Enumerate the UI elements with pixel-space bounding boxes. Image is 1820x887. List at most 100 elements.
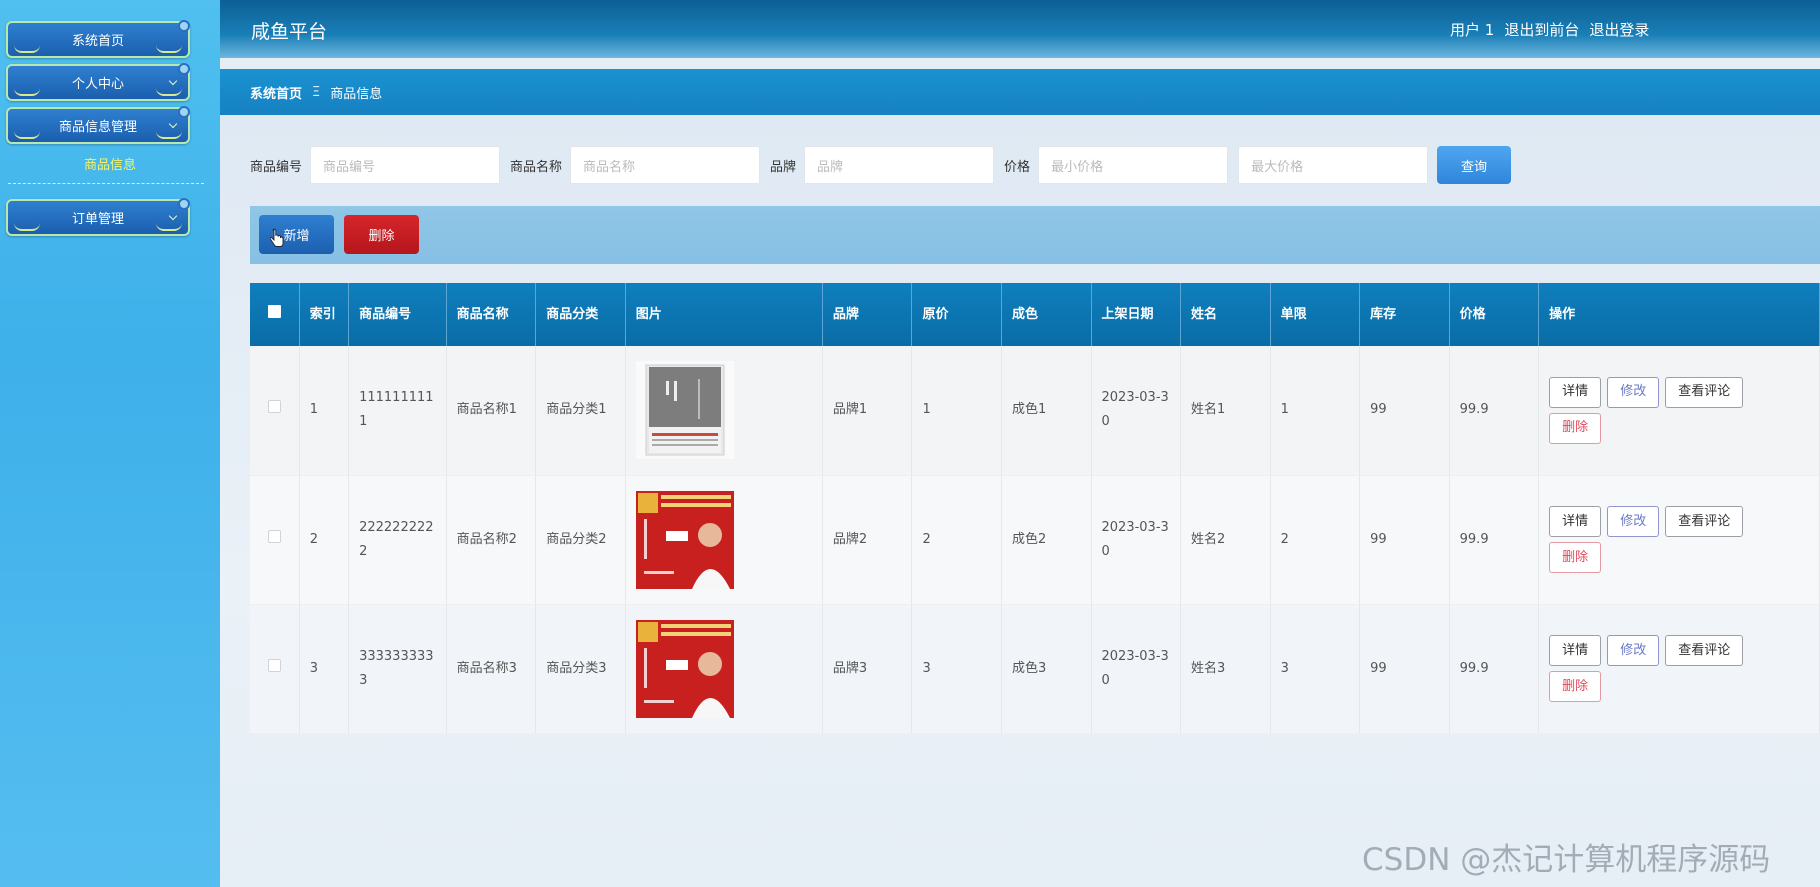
select-all-checkbox[interactable]: [267, 304, 281, 318]
search-max-price-input[interactable]: 最大价格: [1238, 146, 1429, 184]
breadcrumb-home[interactable]: 系统首页: [250, 83, 302, 102]
cell-orig-price: 2: [911, 475, 1002, 605]
top-header: 咸鱼平台 用户 1 退出到前台 退出登录: [220, 0, 1820, 58]
row-select-cell[interactable]: [250, 604, 300, 734]
cell-list-date: 2023-03-30: [1091, 346, 1182, 476]
search-min-price-input[interactable]: 最小价格: [1038, 146, 1229, 184]
main-content: 商品编号 商品编号 商品名称 商品名称 品牌 品牌 价格 最小价格 最大价格 查…: [220, 115, 1820, 887]
decor-curl: [156, 131, 182, 139]
view-comments-button[interactable]: 查看评论: [1665, 506, 1744, 537]
search-brand-label: 品牌: [770, 159, 797, 175]
sidebar-item-label: 系统首页: [71, 34, 124, 49]
product-image[interactable]: [635, 619, 734, 718]
exit-to-front-link[interactable]: 退出到前台: [1504, 19, 1579, 40]
sidebar-item-product-management[interactable]: 商品信息管理: [6, 106, 190, 144]
chevron-down-icon: [168, 211, 178, 221]
col-header-price: 价格: [1449, 283, 1540, 346]
cell-ops: 详情 修改 查看评论 删除: [1538, 604, 1820, 734]
query-button[interactable]: 查询: [1437, 146, 1512, 184]
detail-button[interactable]: 详情: [1549, 635, 1602, 666]
decor-curl: [14, 131, 40, 139]
submenu-item-product-info[interactable]: 商品信息: [0, 154, 220, 176]
cell-brand: 品牌2: [822, 475, 913, 605]
sidebar-item-profile[interactable]: 个人中心: [6, 63, 190, 101]
cell-index: 2: [299, 475, 350, 605]
cell-ops: 详情 修改 查看评论 删除: [1538, 346, 1820, 476]
cell-category: 商品分类1: [535, 346, 626, 476]
cell-image: [625, 346, 823, 476]
app-title: 咸鱼平台: [251, 21, 328, 43]
cell-limit: 2: [1270, 475, 1361, 605]
cell-condition: 成色3: [1001, 604, 1092, 734]
view-comments-button[interactable]: 查看评论: [1665, 376, 1744, 408]
cell-name: 商品名称3: [446, 604, 537, 734]
logout-link[interactable]: 退出登录: [1589, 19, 1649, 40]
col-header-brand: 品牌: [822, 283, 913, 346]
edit-button[interactable]: 修改: [1607, 635, 1660, 666]
row-delete-button[interactable]: 删除: [1549, 671, 1602, 702]
detail-button[interactable]: 详情: [1549, 376, 1602, 408]
breadcrumb-current: 商品信息: [330, 86, 383, 102]
cell-stock: 99: [1359, 346, 1450, 476]
cell-index: 3: [299, 604, 350, 734]
cell-limit: 1: [1270, 346, 1361, 476]
cell-price: 99.9: [1449, 604, 1540, 734]
user-name[interactable]: 用户 1: [1450, 19, 1494, 40]
cell-category: 商品分类3: [535, 604, 626, 734]
search-code-input[interactable]: 商品编号: [310, 146, 501, 184]
header-links: 用户 1 退出到前台 退出登录: [1450, 19, 1649, 40]
header-gap: [220, 58, 1820, 69]
chevron-down-icon: [168, 119, 178, 129]
cell-image: [625, 604, 823, 734]
table-row: 1 1111111111 商品名称1 商品分类1 品牌1 1 成色1 2023-…: [250, 346, 1820, 476]
cell-seller: 姓名1: [1180, 346, 1271, 476]
search-name-input[interactable]: 商品名称: [570, 146, 761, 184]
edit-button[interactable]: 修改: [1607, 376, 1660, 408]
product-image[interactable]: [635, 361, 734, 460]
row-select-cell[interactable]: [250, 346, 300, 476]
product-image[interactable]: [635, 490, 734, 589]
search-brand-input[interactable]: 品牌: [804, 146, 995, 184]
col-header-limit: 单限: [1270, 283, 1361, 346]
row-delete-button[interactable]: 删除: [1549, 412, 1602, 444]
col-header-image: 图片: [625, 283, 823, 346]
cell-seller: 姓名3: [1180, 604, 1271, 734]
dot-icon: [178, 20, 190, 32]
view-comments-button[interactable]: 查看评论: [1665, 635, 1744, 666]
cell-condition: 成色2: [1001, 475, 1092, 605]
row-checkbox[interactable]: [267, 529, 281, 543]
product-table: 索引 商品编号 商品名称 商品分类 图片 品牌 原价 成色 上架日期 姓名 单限…: [250, 283, 1820, 734]
cell-category: 商品分类2: [535, 475, 626, 605]
row-checkbox[interactable]: [267, 400, 281, 414]
sidebar-item-label: 个人中心: [71, 77, 124, 92]
search-form: 商品编号 商品编号 商品名称 商品名称 品牌 品牌 价格 最小价格 最大价格 查…: [250, 145, 1512, 185]
detail-button[interactable]: 详情: [1549, 506, 1602, 537]
col-header-seller: 姓名: [1180, 283, 1271, 346]
row-delete-button[interactable]: 删除: [1549, 542, 1602, 573]
cell-name: 商品名称2: [446, 475, 537, 605]
cell-brand: 品牌1: [822, 346, 913, 476]
col-header-code: 商品编号: [348, 283, 447, 346]
cell-list-date: 2023-03-30: [1091, 604, 1182, 734]
dot-icon: [178, 63, 190, 75]
cell-seller: 姓名2: [1180, 475, 1271, 605]
bulk-delete-button[interactable]: 删除: [344, 215, 419, 254]
sidebar-item-home[interactable]: 系统首页: [6, 20, 190, 58]
edit-button[interactable]: 修改: [1607, 506, 1660, 537]
sidebar-item-orders[interactable]: 订单管理: [6, 198, 190, 236]
cell-stock: 99: [1359, 475, 1450, 605]
row-select-cell[interactable]: [250, 475, 300, 605]
select-all-cell[interactable]: [250, 283, 300, 346]
search-name-label: 商品名称: [510, 159, 563, 175]
cell-price: 99.9: [1449, 346, 1540, 476]
cell-name: 商品名称1: [446, 346, 537, 476]
divider: [8, 183, 204, 184]
cell-index: 1: [299, 346, 350, 476]
cell-condition: 成色1: [1001, 346, 1092, 476]
row-checkbox[interactable]: [267, 658, 281, 672]
decor-curl: [14, 223, 40, 231]
table-row: 2 2222222222 商品名称2 商品分类2 品牌2 2 成色2 2023-…: [250, 475, 1820, 605]
decor-curl: [156, 223, 182, 231]
cell-limit: 3: [1270, 604, 1361, 734]
decor-curl: [156, 88, 182, 96]
